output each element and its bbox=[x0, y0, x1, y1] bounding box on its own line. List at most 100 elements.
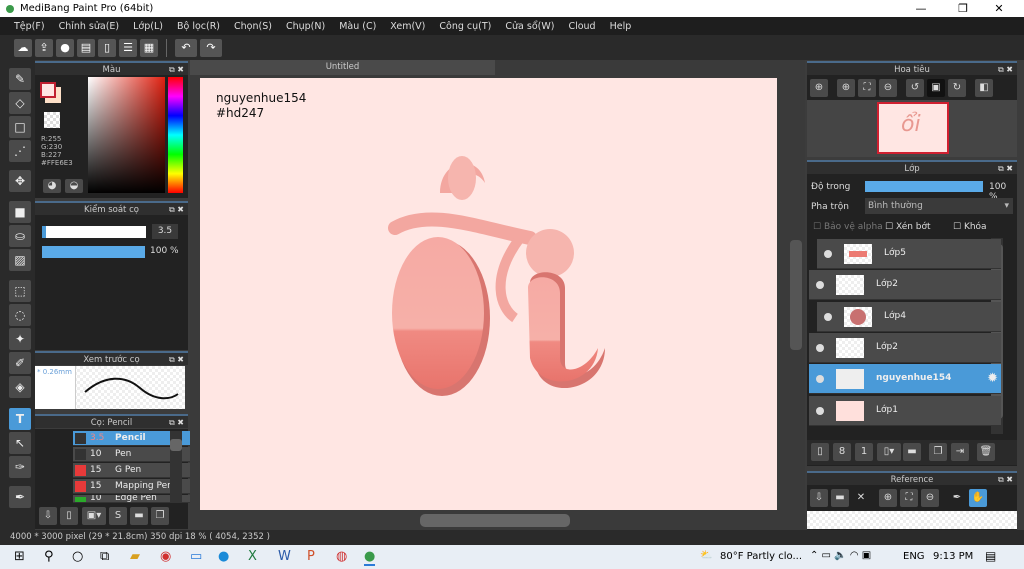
layer-row[interactable]: Lớp1 bbox=[809, 396, 1001, 426]
powerpoint-icon[interactable]: P bbox=[307, 549, 315, 564]
menu-view[interactable]: Xem(V) bbox=[390, 21, 425, 32]
protect-alpha-checkbox[interactable]: ☐ Bảo vệ alpha bbox=[813, 222, 883, 232]
zoom-in-icon[interactable]: ⊕ bbox=[879, 489, 897, 507]
zoom-out-icon[interactable]: ⊖ bbox=[879, 79, 897, 97]
layout-icon[interactable]: ▦ bbox=[140, 38, 158, 57]
menu-file[interactable]: Tệp(F) bbox=[14, 21, 45, 32]
visibility-icon[interactable] bbox=[816, 281, 824, 289]
canvas-horizontal-scrollbar[interactable] bbox=[420, 514, 570, 527]
move-tool-icon[interactable]: ✥ bbox=[9, 170, 31, 192]
layer-row-selected[interactable]: nguyenhue154 ✹ bbox=[809, 364, 1001, 394]
navigator-thumbnail[interactable]: ổi bbox=[877, 102, 949, 154]
layer-opacity-slider[interactable] bbox=[865, 181, 983, 192]
add-layer-dropdown-icon[interactable]: ▯▾ bbox=[877, 443, 901, 461]
rotate-right-icon[interactable]: ↻ bbox=[948, 79, 966, 97]
menu-tools[interactable]: Công cụ(T) bbox=[439, 21, 491, 32]
word-icon[interactable]: W bbox=[278, 549, 291, 564]
eraser-tool-icon[interactable]: ◇ bbox=[9, 92, 31, 114]
select-eraser-icon[interactable]: ◈ bbox=[9, 376, 31, 398]
rectangle-tool-icon[interactable]: □ bbox=[9, 116, 31, 138]
visibility-icon[interactable] bbox=[824, 250, 832, 258]
blend-mode-select[interactable]: Bình thường ▾ bbox=[865, 198, 1013, 214]
magic-wand-icon[interactable]: ✦ bbox=[9, 328, 31, 350]
menu-snap[interactable]: Chụp(N) bbox=[286, 21, 325, 32]
rotate-left-icon[interactable]: ↺ bbox=[906, 79, 924, 97]
zoom-in-icon[interactable]: ⊕ bbox=[837, 79, 855, 97]
cloud-download-icon[interactable]: ⇩ bbox=[39, 507, 57, 525]
fit-icon[interactable]: ⛶ bbox=[900, 489, 918, 507]
menu-help[interactable]: Help bbox=[610, 21, 632, 32]
new-1bit-layer-icon[interactable]: 1 bbox=[855, 443, 873, 461]
menu-color[interactable]: Màu (C) bbox=[339, 21, 376, 32]
flip-icon[interactable]: ▣ bbox=[927, 79, 945, 97]
redo-icon[interactable]: ↷ bbox=[200, 38, 222, 57]
computer-icon[interactable]: ▭ bbox=[190, 549, 202, 564]
layer-row[interactable]: Lớp2 bbox=[809, 270, 1001, 300]
merge-layer-icon[interactable]: ⇥ bbox=[951, 443, 969, 461]
open-folder-icon[interactable]: ▬ bbox=[831, 489, 849, 507]
lock-checkbox[interactable]: ☐ Khóa bbox=[953, 222, 987, 232]
reset-icon[interactable]: ◧ bbox=[975, 79, 993, 97]
primary-color-swatch[interactable] bbox=[40, 82, 56, 98]
bucket-tool-icon[interactable]: ⛀ bbox=[9, 225, 31, 247]
brush-size-slider[interactable] bbox=[42, 226, 146, 238]
dropper-tool-icon[interactable]: ✑ bbox=[9, 456, 31, 478]
clip-checkbox[interactable]: ☐ Xén bớt bbox=[885, 222, 931, 232]
dot-tool-icon[interactable]: ⋰ bbox=[9, 140, 31, 162]
menu-select[interactable]: Chọn(S) bbox=[234, 21, 272, 32]
notifications-icon[interactable]: ▤ bbox=[985, 549, 996, 563]
app-icon[interactable]: ◉ bbox=[160, 549, 171, 564]
grid-icon[interactable]: ☰ bbox=[119, 38, 137, 57]
share-icon[interactable]: ⇪ bbox=[35, 38, 53, 57]
clock[interactable]: 9:13 PM bbox=[933, 551, 973, 562]
menu-cloud[interactable]: Cloud bbox=[568, 21, 595, 32]
menu-edit[interactable]: Chỉnh sửa(E) bbox=[59, 21, 120, 32]
language-indicator[interactable]: ENG bbox=[903, 551, 925, 562]
folder-icon[interactable]: ▬ bbox=[130, 507, 148, 525]
layer-row[interactable]: Lớp5 bbox=[817, 239, 1001, 269]
comment-icon[interactable]: ● bbox=[56, 38, 74, 57]
brush-opacity-slider[interactable] bbox=[42, 246, 145, 258]
document-tab[interactable]: Untitled bbox=[190, 60, 495, 75]
brush-settings-icon[interactable]: S bbox=[109, 507, 127, 525]
select-tool-icon[interactable]: ⬚ bbox=[9, 280, 31, 302]
duplicate-layer-icon[interactable]: ❐ bbox=[929, 443, 947, 461]
trash-icon[interactable]: 🗑 bbox=[977, 443, 995, 461]
zoom-out-icon[interactable]: ⊖ bbox=[921, 489, 939, 507]
new-8bit-layer-icon[interactable]: 8 bbox=[833, 443, 851, 461]
brush-item-mapping-pen[interactable]: 15 Mapping Pen bbox=[73, 479, 203, 494]
brush-item-g-pen[interactable]: 15 G Pen bbox=[73, 463, 203, 478]
panel-close-icon[interactable]: ⧉ ✖ bbox=[169, 353, 184, 367]
visibility-icon[interactable] bbox=[816, 375, 824, 383]
visibility-icon[interactable] bbox=[824, 313, 832, 321]
eyedropper-icon[interactable]: ✒ bbox=[9, 486, 31, 508]
close-icon[interactable]: ✕ bbox=[852, 489, 870, 507]
canvas-vertical-scrollbar[interactable] bbox=[790, 240, 802, 350]
medibang-taskbar-icon[interactable]: ● bbox=[364, 549, 376, 566]
zoom-actual-icon[interactable]: ⊕ bbox=[810, 79, 828, 97]
color-history-icon[interactable]: ◒ bbox=[65, 179, 83, 193]
text-tool-icon[interactable]: T bbox=[9, 408, 31, 430]
menu-layer[interactable]: Lớp(L) bbox=[133, 21, 163, 32]
folder-icon[interactable]: ▬ bbox=[903, 443, 921, 461]
layer-row[interactable]: Lớp2 bbox=[809, 333, 1001, 363]
color-gradient-picker[interactable] bbox=[88, 77, 165, 193]
hand-icon[interactable]: ✋ bbox=[969, 489, 987, 507]
duplicate-icon[interactable]: ❐ bbox=[151, 507, 169, 525]
page-icon[interactable]: ▯ bbox=[98, 38, 116, 57]
brush-list-scrollbar[interactable] bbox=[170, 431, 182, 503]
lasso-tool-icon[interactable]: ◌ bbox=[9, 304, 31, 326]
hue-slider[interactable] bbox=[168, 77, 183, 193]
excel-icon[interactable]: X bbox=[248, 549, 257, 564]
menu-window[interactable]: Cửa sổ(W) bbox=[505, 21, 554, 32]
undo-icon[interactable]: ↶ bbox=[175, 38, 197, 57]
menu-filter[interactable]: Bộ lọc(R) bbox=[177, 21, 220, 32]
windows-start-icon[interactable]: ⊞ bbox=[14, 549, 25, 564]
minimize-button[interactable]: — bbox=[904, 0, 938, 17]
select-pen-icon[interactable]: ✐ bbox=[9, 352, 31, 374]
brush-item-pencil[interactable]: 3.5Pencil✹ bbox=[73, 431, 203, 446]
palette-icon[interactable]: ◕ bbox=[43, 179, 61, 193]
eyedropper-icon[interactable]: ✒ bbox=[948, 489, 966, 507]
layer-row[interactable]: Lớp4 bbox=[817, 302, 1001, 332]
task-view-icon[interactable]: ⧉ bbox=[100, 549, 109, 564]
